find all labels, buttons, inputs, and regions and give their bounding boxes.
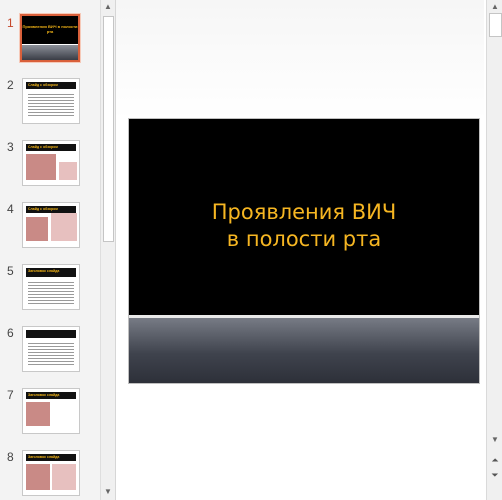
slide-thumbnail-8[interactable]: 8 Заголовок слайда	[0, 450, 100, 498]
scroll-up-icon[interactable]: ▲	[103, 2, 113, 12]
slide-number: 3	[7, 140, 14, 154]
slide-number: 6	[7, 326, 14, 340]
preview-photo	[26, 464, 50, 490]
preview-photo	[52, 464, 76, 490]
slide-preview[interactable]: Заголовок слайда	[22, 450, 80, 496]
preview-photo	[59, 162, 77, 180]
preview-header: Заголовок слайда	[28, 455, 60, 459]
preview-title: Проявления ВИЧ в полости рта	[22, 24, 78, 34]
slide-thumbnail-2[interactable]: 2 Слайд с обзором	[0, 78, 100, 126]
preview-gradient-band	[22, 45, 78, 60]
scrollbar-thumb[interactable]	[103, 16, 114, 242]
slide-thumbnail-7[interactable]: 7 Заголовок слайда	[0, 388, 100, 436]
preview-photo	[26, 217, 48, 241]
thumbnail-scrollbar[interactable]: ▲ ▼	[100, 0, 115, 500]
slide-number: 8	[7, 450, 14, 464]
preview-header: Заголовок слайда	[28, 269, 60, 273]
slide-number: 5	[7, 264, 14, 278]
preview-header: Слайд с обзором	[28, 83, 58, 87]
slide-thumbnail-pane: 1 Проявления ВИЧ в полости рта 2 Слайд с…	[0, 0, 116, 500]
slide-title-line-2: в полости рта	[226, 227, 382, 251]
preview-text-lines	[28, 280, 74, 306]
scroll-down-icon[interactable]: ▼	[490, 435, 500, 445]
slide-thumbnail-6[interactable]: 6	[0, 326, 100, 374]
previous-slide-icon[interactable]: ⏶	[489, 455, 501, 466]
next-slide-icon[interactable]: ⏷	[489, 470, 501, 481]
slide-number: 4	[7, 202, 14, 216]
preview-header: Заголовок слайда	[28, 393, 60, 397]
current-slide[interactable]: Проявления ВИЧ в полости рта	[128, 118, 480, 384]
slide-title[interactable]: Проявления ВИЧ в полости рта	[129, 199, 479, 253]
slide-number: 7	[7, 388, 14, 402]
slide-number: 1	[7, 16, 14, 30]
preview-header: Слайд с обзором	[28, 207, 58, 211]
preview-text-lines	[28, 92, 74, 116]
slide-thumbnail-3[interactable]: 3 Слайд с обзором	[0, 140, 100, 188]
slide-preview[interactable]: Проявления ВИЧ в полости рта	[19, 13, 81, 63]
slide-preview[interactable]: Заголовок слайда	[22, 264, 80, 310]
slide-thumbnail-1[interactable]: 1 Проявления ВИЧ в полости рта	[0, 13, 100, 64]
editor-scrollbar[interactable]: ▲ ▼ ⏶ ⏷	[486, 0, 502, 500]
preview-photo	[26, 402, 50, 426]
slide-number: 2	[7, 78, 14, 92]
slide-thumbnail-4[interactable]: 4 Слайд с обзором	[0, 202, 100, 250]
slide-thumbnail-5[interactable]: 5 Заголовок слайда	[0, 264, 100, 312]
scroll-down-icon[interactable]: ▼	[103, 487, 113, 497]
slide-preview[interactable]	[22, 326, 80, 372]
preview-header-bar	[26, 330, 76, 338]
slide-preview[interactable]: Заголовок слайда	[22, 388, 80, 434]
preview-text-lines	[28, 341, 74, 367]
preview-photo	[26, 154, 56, 180]
preview-photo	[51, 213, 77, 241]
slide-title-line-1: Проявления ВИЧ	[211, 200, 397, 224]
preview-header: Слайд с обзором	[28, 145, 58, 149]
slide-preview[interactable]: Слайд с обзором	[22, 202, 80, 248]
scrollbar-thumb[interactable]	[489, 13, 502, 37]
scroll-up-icon[interactable]: ▲	[490, 2, 500, 12]
slide-editor: Проявления ВИЧ в полости рта	[116, 0, 484, 500]
slide-preview[interactable]: Слайд с обзором	[22, 78, 80, 124]
slide-gradient-band	[129, 318, 479, 383]
slide-preview[interactable]: Слайд с обзором	[22, 140, 80, 186]
